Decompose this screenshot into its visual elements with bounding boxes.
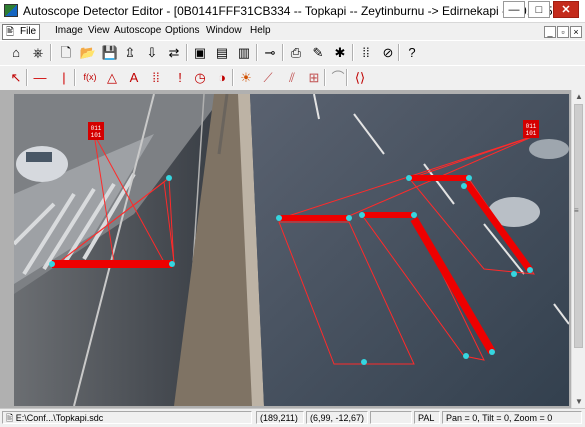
curve-icon[interactable]: ⌒: [328, 68, 348, 87]
lane-icon[interactable]: ⊞: [304, 68, 324, 87]
title-bar: Autoscope Detector Editor - [0B0141FFF31…: [0, 0, 585, 23]
flag-1-line-1: 011: [91, 125, 102, 132]
toolbar-separator: [50, 44, 52, 61]
open-folder-icon[interactable]: 📂: [78, 43, 98, 62]
flag-2-line-1: 011: [526, 123, 537, 130]
editor-view: 011 101 011 101: [0, 90, 585, 408]
scroll-grip-icon: ≡: [574, 206, 579, 215]
toolbar-separator: [352, 44, 354, 61]
status-video-format: PAL: [414, 411, 440, 424]
toolbar-separator: [346, 69, 348, 86]
maximize-button[interactable]: □: [528, 1, 550, 18]
plug-icon[interactable]: ⊸: [260, 43, 280, 62]
download-icon[interactable]: ⇩: [142, 43, 162, 62]
direction-icon[interactable]: ⟨⟩: [350, 68, 370, 87]
menu-window[interactable]: Window: [206, 25, 242, 36]
status-path-text: E:\Conf...\Topkapi.sdc: [15, 413, 104, 423]
speed-triangle-icon[interactable]: △: [102, 68, 122, 87]
wipe-icon[interactable]: ⟋: [258, 68, 278, 87]
contrast-icon[interactable]: ◑: [212, 68, 232, 87]
network-icon[interactable]: ✱: [330, 43, 350, 62]
home-icon[interactable]: ⌂: [6, 43, 26, 62]
flag-1-line-2: 101: [91, 132, 102, 139]
menu-bar: 🖹 File Image View Autoscope Options Windo…: [0, 23, 585, 40]
left-car: [16, 146, 68, 182]
scroll-thumb[interactable]: [574, 104, 583, 348]
child-minimize-button[interactable]: _: [544, 26, 556, 38]
alert-icon[interactable]: !: [170, 68, 190, 87]
detector-toolbar: ↖ — | f(x) △ A ⁞⁞! ◷ ◑ ☀ ⟋ ⫽ ⊞ ⌒ ⟨⟩: [0, 65, 585, 91]
status-ptz: Pan = 0, Tilt = 0, Zoom = 0: [442, 411, 582, 424]
left-car-window: [26, 152, 52, 162]
right-car-2: [529, 139, 569, 159]
station-flag-2[interactable]: 011 101: [523, 120, 539, 138]
scroll-down-icon[interactable]: ▼: [575, 397, 583, 406]
light-icon[interactable]: ☀: [236, 68, 256, 87]
grid-icon[interactable]: ⁞⁞: [356, 43, 376, 62]
upload-icon[interactable]: ⇫: [120, 43, 140, 62]
status-file-icon: 🖹: [6, 413, 16, 423]
menu-view[interactable]: View: [88, 25, 110, 36]
menu-file-label: File: [20, 26, 37, 37]
menu-options[interactable]: Options: [165, 25, 199, 36]
toolbar-separator: [26, 69, 28, 86]
status-coords: (6,99, -12,67): [306, 411, 368, 424]
scene-svg: 011 101 011 101: [14, 94, 569, 406]
menu-autoscope[interactable]: Autoscope: [114, 25, 161, 36]
menu-file[interactable]: 🖹 File: [2, 24, 41, 40]
toolbar-separator: [324, 69, 326, 86]
vertical-scrollbar[interactable]: ▲ ≡ ▼: [571, 90, 585, 408]
toolbar-separator: [232, 69, 234, 86]
print-icon[interactable]: ⎙: [286, 43, 306, 62]
child-restore-button[interactable]: ▫: [557, 26, 569, 38]
station-flag-1[interactable]: 011 101: [88, 122, 104, 140]
function-icon[interactable]: f(x): [80, 68, 100, 87]
disabled-icon[interactable]: ⊘: [378, 43, 398, 62]
close-button[interactable]: ✕: [553, 1, 579, 18]
help-icon[interactable]: ?: [402, 43, 422, 62]
app-icon: [4, 4, 18, 17]
pattern-icon[interactable]: ⫽: [282, 68, 302, 87]
status-file-path: 🖹 E:\Conf...\Topkapi.sdc: [2, 411, 252, 424]
toolbar-separator: [256, 44, 258, 61]
flag-2-line-2: 101: [526, 130, 537, 137]
window-title: Autoscope Detector Editor - [0B0141FFF31…: [23, 4, 570, 18]
camera-image[interactable]: 011 101 011 101: [14, 94, 569, 406]
child-window-controls: _ ▫ ×: [543, 26, 582, 38]
bits-icon[interactable]: ⁞⁞: [146, 68, 166, 87]
toolbar-separator: [186, 44, 188, 61]
menu-image[interactable]: Image: [55, 25, 83, 36]
toolbar-separator: [74, 69, 76, 86]
transfer-icon[interactable]: ⇄: [164, 43, 184, 62]
status-blank: [370, 411, 412, 424]
clock-icon[interactable]: ◷: [190, 68, 210, 87]
presence-detector-icon[interactable]: |: [54, 68, 74, 87]
select-arrow-icon[interactable]: ↖: [6, 68, 26, 87]
window-controls: — □ ✕: [500, 1, 579, 18]
toolbar-separator: [282, 44, 284, 61]
draw-icon[interactable]: ✎: [308, 43, 328, 62]
count-detector-icon[interactable]: —: [30, 68, 50, 87]
display-edit-icon[interactable]: ▥: [234, 43, 254, 62]
save-icon[interactable]: 💾: [100, 43, 120, 62]
minimize-button[interactable]: —: [503, 1, 525, 18]
scroll-up-icon[interactable]: ▲: [575, 92, 583, 101]
child-close-button[interactable]: ×: [570, 26, 582, 38]
status-pixel: (189,211): [256, 411, 304, 424]
document-icon: 🖹: [6, 27, 15, 38]
menu-help[interactable]: Help: [250, 25, 271, 36]
label-icon[interactable]: A: [124, 68, 144, 87]
camera-icon[interactable]: ⎈: [28, 43, 48, 62]
status-bar: 🖹 E:\Conf...\Topkapi.sdc (189,211) (6,99…: [0, 408, 585, 427]
toolbar-separator: [398, 44, 400, 61]
display-save-icon[interactable]: ▤: [212, 43, 232, 62]
new-file-icon[interactable]: 🗋: [56, 43, 76, 62]
display-icon[interactable]: ▣: [190, 43, 210, 62]
main-toolbar: ⌂ ⎈ 🗋 📂 💾 ⇫ ⇩ ⇄ ▣ ▤ ▥ ⊸ ⎙ ✎ ✱ ⁞⁞ ⊘?: [0, 40, 585, 66]
